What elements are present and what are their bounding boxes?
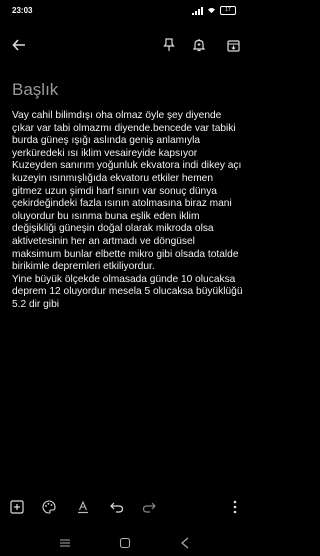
system-back-button[interactable] (176, 534, 194, 552)
home-icon (119, 537, 131, 549)
menu-icon (60, 539, 70, 547)
status-bar: 23:03 17 (0, 0, 250, 22)
archive-icon (226, 39, 240, 52)
reminder-button[interactable] (188, 34, 210, 56)
undo-button[interactable] (106, 496, 128, 518)
redo-button[interactable] (138, 496, 160, 518)
battery-icon: 17 (220, 6, 236, 15)
status-icons: 17 (192, 6, 236, 15)
signal-icon (192, 6, 203, 15)
system-nav-bar (0, 530, 250, 556)
reminder-bell-icon (193, 39, 205, 52)
bottom-toolbar (0, 496, 250, 520)
archive-button[interactable] (222, 34, 244, 56)
note-body-text[interactable]: Vay cahil bilimdışı oha olmaz öyle şey d… (12, 110, 244, 312)
back-arrow-icon (12, 39, 25, 51)
undo-icon (110, 502, 124, 513)
note-title-input[interactable]: Başlık (12, 80, 58, 100)
palette-icon (42, 500, 56, 514)
redo-icon (142, 502, 156, 513)
recent-apps-button[interactable] (56, 534, 74, 552)
top-toolbar (0, 34, 250, 58)
more-options-button[interactable] (224, 496, 246, 518)
add-box-icon (10, 500, 24, 514)
status-time: 23:03 (12, 6, 33, 15)
add-button[interactable] (6, 496, 28, 518)
home-button[interactable] (116, 534, 134, 552)
text-format-icon (78, 500, 88, 514)
pin-icon (163, 38, 175, 51)
back-button[interactable] (8, 34, 30, 56)
background-options-button[interactable] (38, 496, 60, 518)
back-icon (181, 537, 189, 549)
more-vert-icon (233, 500, 237, 514)
pin-button[interactable] (158, 34, 180, 56)
text-format-button[interactable] (72, 496, 94, 518)
wifi-icon (208, 7, 215, 14)
